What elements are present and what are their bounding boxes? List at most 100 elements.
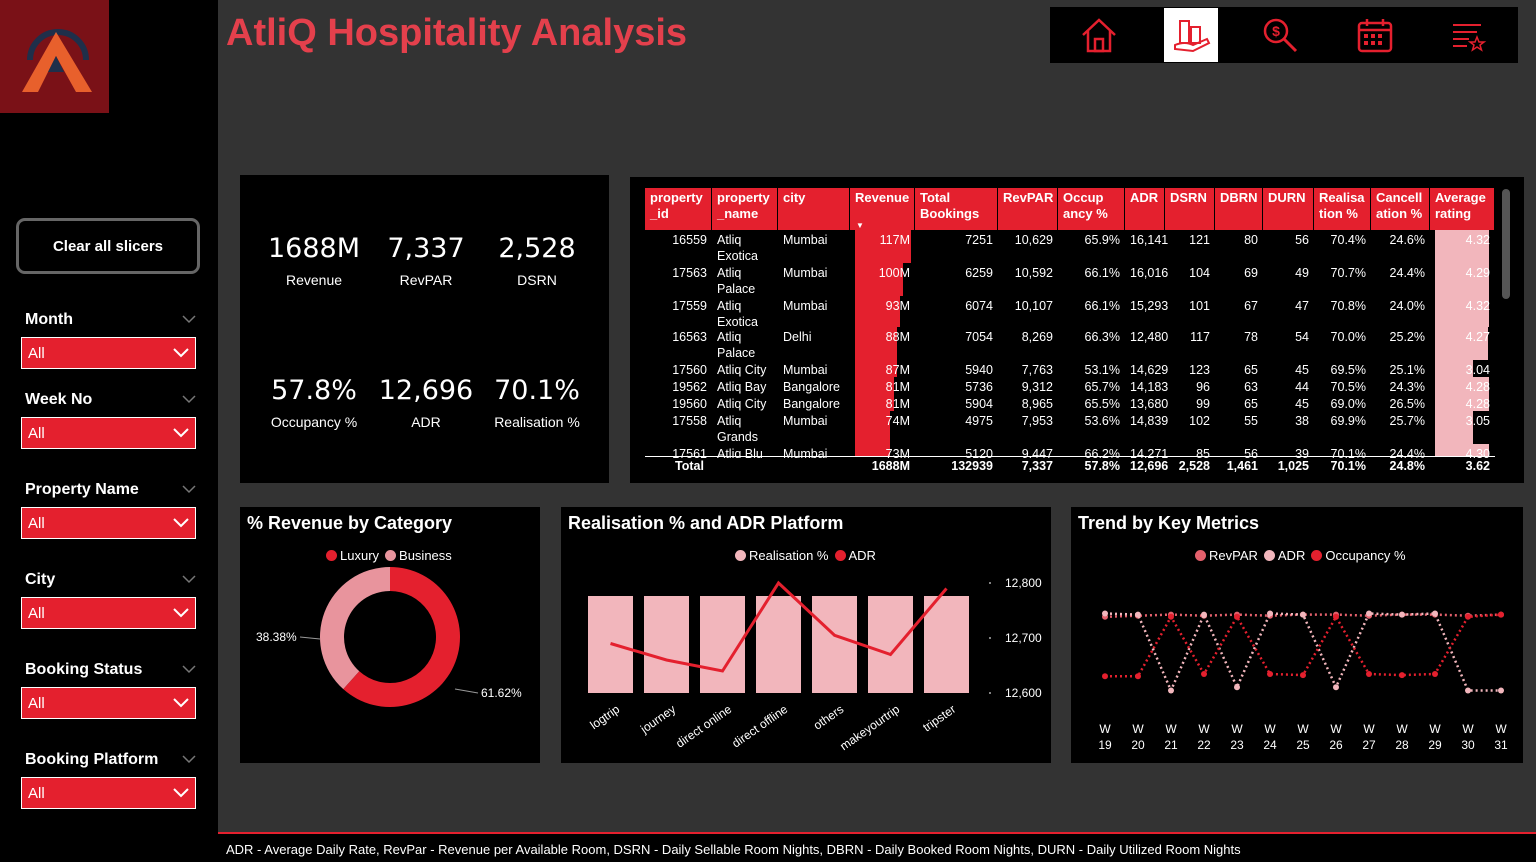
- column-header[interactable]: RevPAR: [998, 188, 1057, 230]
- trend-point: [1399, 611, 1405, 618]
- kpi-tile: 1688M Revenue: [259, 233, 369, 288]
- cell-bookings: 7054: [965, 330, 993, 344]
- nav-home-button[interactable]: [1072, 8, 1126, 62]
- column-header-line: Revenue: [855, 190, 910, 205]
- cell-revenue: 81M: [885, 397, 910, 411]
- cell-property-name: Atliq Grands: [717, 413, 773, 445]
- chevron-down-icon: [173, 605, 189, 622]
- trend-point: [1498, 687, 1504, 694]
- kpi-label: Occupancy %: [270, 414, 358, 430]
- platform-card: Realisation % and ADR Platform Realisati…: [561, 507, 1051, 763]
- slicer-dropdown[interactable]: All: [21, 417, 196, 449]
- table-row[interactable]: 17560 Atliq City Mumbai 87M 5940 7,763 53.1% 14…: [645, 362, 1495, 379]
- nav-hotel-button[interactable]: [1164, 8, 1218, 62]
- cell-rating: 4.28: [1465, 397, 1490, 411]
- slicer-header[interactable]: City: [21, 569, 196, 591]
- column-header[interactable]: Revenue ▼: [850, 188, 914, 230]
- cell-dsrn: 117: [1190, 330, 1210, 344]
- slicer: City All: [21, 569, 196, 629]
- table-scrollbar[interactable]: [1502, 189, 1510, 299]
- chevron-down-icon[interactable]: [182, 391, 196, 409]
- column-header[interactable]: city: [778, 188, 849, 230]
- slicer-dropdown[interactable]: All: [21, 337, 196, 369]
- calendar-icon: [1357, 19, 1393, 53]
- slicer-header[interactable]: Property Name: [21, 479, 196, 501]
- column-header[interactable]: DSRN: [1165, 188, 1214, 230]
- slicer-header[interactable]: Month: [21, 309, 196, 331]
- x-tick-label: 23: [1230, 738, 1244, 752]
- slicer-title-label: Booking Platform: [25, 751, 159, 768]
- slicer-header[interactable]: Booking Status: [21, 659, 196, 681]
- column-header[interactable]: property _id: [645, 188, 711, 230]
- x-tick-label: journey: [637, 702, 678, 737]
- cell-revpar: 9,312: [1021, 380, 1053, 394]
- column-header[interactable]: Realisa tion %: [1314, 188, 1370, 230]
- bar: [868, 596, 913, 693]
- cell-revenue: 74M: [885, 414, 910, 428]
- trend-point: [1300, 611, 1306, 618]
- slicer-dropdown[interactable]: All: [21, 597, 196, 629]
- table-row[interactable]: 17558 Atliq Grands Mumbai 74M 4975 7,953 53.6% 1…: [645, 413, 1495, 446]
- cell-rating: 4.32: [1465, 233, 1490, 247]
- cell-name-line: Atliq: [717, 266, 742, 280]
- table-row[interactable]: 16563 Atliq Palace Delhi 88M 7054 8,269 66.3% 12…: [645, 329, 1495, 362]
- bar: [924, 596, 969, 693]
- total-real: 70.1%: [1330, 459, 1366, 473]
- table-row[interactable]: 16559 Atliq Exotica Mumbai 117M 7251 10,629 65.…: [645, 232, 1495, 265]
- nav-calendar-button[interactable]: [1348, 8, 1402, 62]
- chevron-down-icon[interactable]: [182, 661, 196, 679]
- table-row[interactable]: 17563 Atliq Palace Mumbai 100M 6259 10,592 66.1…: [645, 265, 1495, 298]
- slicer-value: All: [28, 604, 45, 622]
- cell-revenue: 117M: [879, 233, 910, 247]
- x-tick-label: 24: [1263, 738, 1277, 752]
- trend-point: [1135, 673, 1141, 680]
- trend-point: [1399, 672, 1405, 679]
- cell-durn: 38: [1295, 414, 1309, 428]
- chevron-down-icon[interactable]: [182, 751, 196, 769]
- table-row[interactable]: 19562 Atliq Bay Bangalore 81M 5736 9,312 65.7%…: [645, 379, 1495, 396]
- slicer-dropdown[interactable]: All: [21, 687, 196, 719]
- slicer: Week No All: [21, 389, 196, 449]
- column-header[interactable]: ADR: [1125, 188, 1164, 230]
- nav-ratings-button[interactable]: [1440, 8, 1494, 62]
- kpi-label: Revenue: [285, 272, 343, 288]
- cell-name-line: Grands: [717, 430, 758, 444]
- total-revpar: 7,337: [1021, 459, 1053, 473]
- x-tick-label: others: [811, 702, 846, 733]
- cell-bookings: 5736: [965, 380, 993, 394]
- column-header[interactable]: Total Bookings: [915, 188, 997, 230]
- slicer-header[interactable]: Booking Platform: [21, 749, 196, 771]
- cell-adr: 14,839: [1130, 414, 1169, 428]
- cell-dsrn: 99: [1196, 397, 1210, 411]
- table-row[interactable]: 19560 Atliq City Bangalore 81M 5904 8,965 65.5…: [645, 396, 1495, 413]
- cell-dsrn: 123: [1189, 363, 1210, 377]
- column-header[interactable]: Average rating: [1430, 188, 1494, 230]
- chevron-down-icon[interactable]: [182, 311, 196, 329]
- cell-bookings: 5904: [965, 397, 993, 411]
- chevron-down-icon[interactable]: [182, 481, 196, 499]
- cell-bookings: 6259: [965, 266, 993, 280]
- slicer-header[interactable]: Week No: [21, 389, 196, 411]
- slicer-value: All: [28, 344, 45, 362]
- column-header-line: ancy %: [1063, 206, 1108, 221]
- clear-slicers-button[interactable]: Clear all slicers: [16, 218, 200, 274]
- cell-property-name: Atliq Bay: [717, 379, 773, 395]
- column-header[interactable]: DURN: [1263, 188, 1313, 230]
- slicer-dropdown[interactable]: All: [21, 777, 196, 809]
- chevron-down-icon[interactable]: [182, 571, 196, 589]
- column-header[interactable]: property _name: [712, 188, 777, 230]
- column-header[interactable]: Cancell ation %: [1371, 188, 1429, 230]
- total-durn: 1,025: [1277, 459, 1309, 473]
- column-header[interactable]: DBRN: [1215, 188, 1262, 230]
- cell-real: 70.5%: [1330, 380, 1366, 394]
- cell-real: 70.4%: [1330, 233, 1366, 247]
- column-header[interactable]: Occup ancy %: [1058, 188, 1124, 230]
- y-tick-mark: [989, 692, 991, 694]
- cell-real: 69.0%: [1330, 397, 1366, 411]
- trend-point: [1267, 671, 1273, 677]
- cell-bookings: 5940: [965, 363, 993, 377]
- table-row[interactable]: 17559 Atliq Exotica Mumbai 93M 6074 10,107 66.1…: [645, 298, 1495, 329]
- chevron-down-icon: [173, 695, 189, 712]
- nav-revenue-button[interactable]: $: [1253, 8, 1307, 62]
- slicer-dropdown[interactable]: All: [21, 507, 196, 539]
